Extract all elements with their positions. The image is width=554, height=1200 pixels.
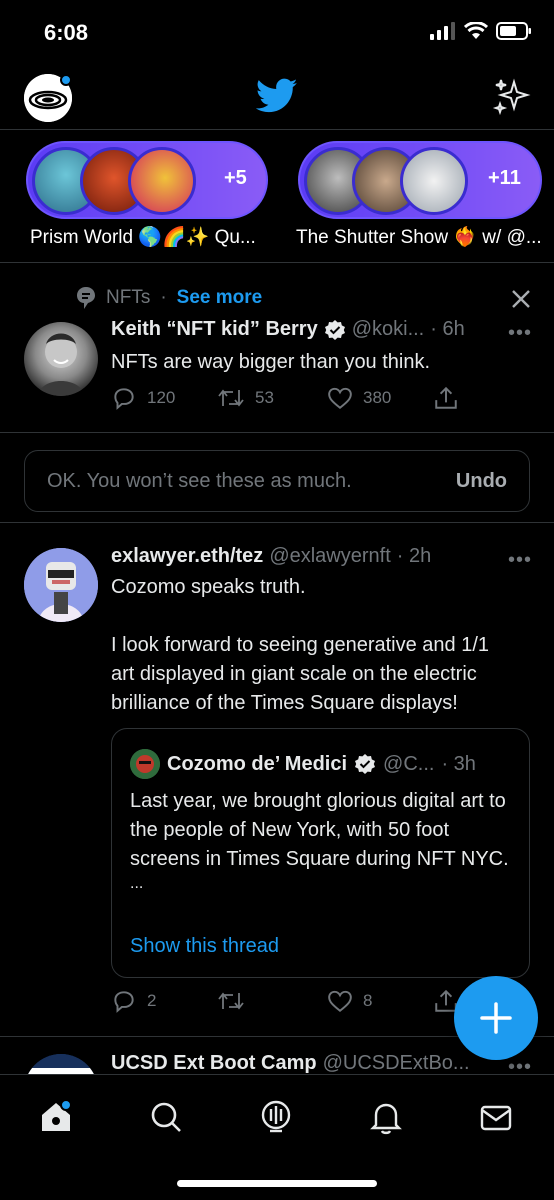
topic-row: NFTs · See more (76, 286, 262, 310)
more-options-button[interactable]: ••• (508, 549, 532, 572)
reply-count: 120 (147, 388, 176, 407)
quote-text: Last year, we brought glorious digital a… (130, 787, 510, 894)
space-card-shutter-show[interactable]: +11 (298, 141, 542, 219)
share-icon (435, 386, 457, 409)
tweet-avatar[interactable] (24, 548, 98, 622)
sparkle-icon[interactable] (492, 76, 532, 121)
nav-search[interactable] (146, 1097, 186, 1137)
space-host-avatar (400, 147, 468, 215)
notification-dot (60, 74, 72, 86)
bell-icon (370, 1103, 402, 1135)
home-indicator (177, 1180, 377, 1187)
status-time: 6:08 (44, 20, 89, 45)
reply-button[interactable]: 2 (111, 988, 156, 1014)
tweet-text: Cozomo speaks truth. I look forward to s… (111, 573, 531, 718)
verified-icon (355, 754, 376, 774)
reply-button[interactable]: 120 (111, 385, 175, 411)
tweet-header: Keith “NFT kid” Berry @koki... · 6h (111, 318, 465, 341)
retweet-icon (218, 992, 244, 1010)
quote-body: Last year, we brought glorious digital a… (130, 790, 509, 870)
quote-header: Cozomo de’ Medici @C... · 3h (130, 749, 476, 779)
like-icon (328, 387, 352, 409)
action-bar: 120 53 380 (111, 385, 531, 415)
tweet-text-line: Cozomo speaks truth. (111, 576, 306, 598)
status-icons (430, 22, 532, 40)
undo-message: OK. You won’t see these as much. (47, 470, 352, 492)
share-button[interactable] (433, 385, 459, 411)
like-icon (328, 990, 352, 1012)
like-count: 8 (363, 991, 373, 1010)
nav-messages[interactable] (476, 1097, 516, 1137)
space-title[interactable]: The Shutter Show ❤️‍🔥 w/ @... (296, 225, 542, 249)
author-handle[interactable]: @exlawyernft (269, 545, 390, 568)
tweet-time: · 2h (396, 545, 432, 567)
tweet-text: NFTs are way bigger than you think. (111, 351, 431, 373)
retweet-button[interactable]: 53 (217, 385, 274, 411)
nav-home[interactable] (36, 1097, 76, 1137)
compose-button[interactable] (454, 976, 538, 1060)
space-listener-count: +5 (224, 167, 247, 189)
reply-icon (114, 388, 134, 410)
home-icon (42, 1099, 72, 1131)
nav-spaces[interactable] (256, 1097, 296, 1137)
wifi-icon (464, 22, 488, 39)
retweet-button[interactable] (217, 988, 255, 1014)
tweet-header: UCSD Ext Boot Camp @UCSDExtBo... (111, 1052, 470, 1075)
topic-label[interactable]: NFTs (106, 287, 150, 309)
divider (0, 522, 554, 523)
compose-plus-icon (480, 1002, 512, 1034)
nav-notifications[interactable] (366, 1097, 406, 1137)
space-listener-count: +11 (488, 167, 521, 189)
mail-icon (480, 1105, 512, 1131)
spaces-bar: +5 Prism World 🌎🌈✨ Qu... +11 The Shutter… (0, 131, 554, 261)
author-name[interactable]: exlawyer.eth/tez (111, 545, 263, 568)
author-handle[interactable]: @koki... (352, 318, 425, 341)
space-host-avatar (128, 147, 196, 215)
reply-icon (114, 991, 134, 1013)
topic-separator: · (160, 287, 167, 308)
battery-icon (496, 22, 531, 40)
verified-icon (324, 319, 345, 340)
retweet-count: 53 (255, 388, 274, 407)
quote-tweet[interactable]: Cozomo de’ Medici @C... · 3h Last year, … (111, 728, 530, 978)
space-card-prism-world[interactable]: +5 (26, 141, 268, 219)
author-handle[interactable]: @UCSDExtBo... (323, 1052, 470, 1075)
tweet-avatar[interactable] (24, 322, 98, 396)
more-options-button[interactable]: ••• (508, 322, 532, 345)
quote-time: · 3h (441, 752, 476, 775)
tweet-text-paragraph: I look forward to seeing generative and … (111, 634, 490, 714)
author-name[interactable]: Keith “NFT kid” Berry (111, 318, 318, 341)
top-bar (0, 64, 554, 130)
topic-icon (77, 287, 95, 309)
undo-notice: OK. You won’t see these as much. Undo (24, 450, 530, 512)
reply-count: 2 (147, 991, 157, 1010)
tweet-header: exlawyer.eth/tez @exlawyernft · 2h (111, 545, 431, 568)
show-thread-link[interactable]: Show this thread (130, 935, 279, 958)
quote-author-handle: @C... (383, 752, 435, 775)
close-icon[interactable] (510, 288, 532, 315)
see-more-link[interactable]: See more (177, 287, 263, 309)
undo-button[interactable]: Undo (456, 470, 507, 493)
signal-icon (430, 22, 455, 40)
like-count: 380 (363, 388, 392, 407)
quote-ellipsis: ... (130, 875, 144, 892)
retweet-icon (218, 389, 244, 407)
author-name[interactable]: UCSD Ext Boot Camp (111, 1052, 317, 1075)
like-button[interactable]: 8 (327, 988, 372, 1014)
divider (0, 262, 554, 263)
quote-author-name: Cozomo de’ Medici (167, 752, 348, 775)
divider (0, 432, 554, 433)
twitter-bird-icon[interactable] (255, 78, 298, 119)
tweet-time: · 6h (430, 318, 465, 340)
like-button[interactable]: 380 (327, 385, 391, 411)
status-bar: 6:08 (0, 0, 554, 64)
quote-avatar (130, 749, 160, 779)
search-icon (151, 1102, 181, 1132)
spaces-icon (261, 1100, 291, 1133)
space-title[interactable]: Prism World 🌎🌈✨ Qu... (30, 225, 256, 249)
